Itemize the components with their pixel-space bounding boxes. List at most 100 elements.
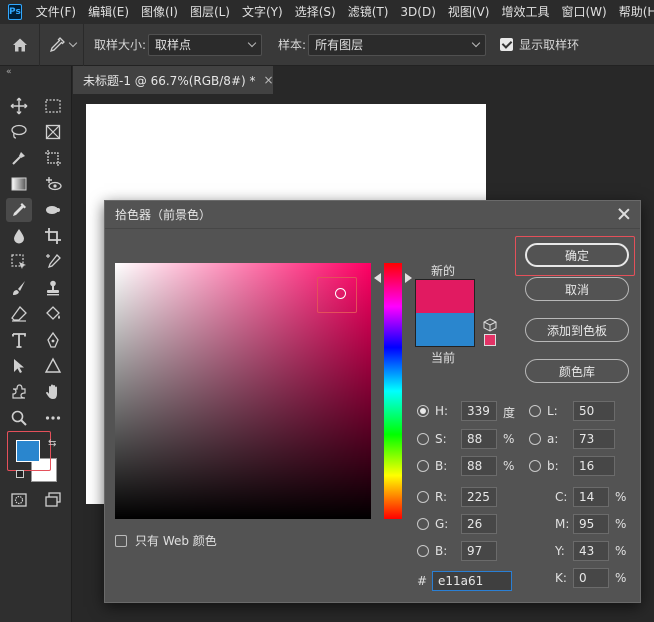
swap-colors-icon[interactable]: ⇆ <box>48 438 56 449</box>
hand-tool[interactable] <box>40 380 66 404</box>
red-eye-tool[interactable] <box>40 172 66 196</box>
black-input[interactable]: 0 <box>573 568 609 588</box>
paint-bucket-tool[interactable] <box>40 302 66 326</box>
menu-filter[interactable]: 滤镜(T) <box>342 0 395 24</box>
cancel-button[interactable]: 取消 <box>525 277 629 301</box>
hue-radio[interactable] <box>417 405 429 417</box>
brightness-label: B: <box>435 459 448 473</box>
hue-input[interactable]: 339 <box>461 401 497 421</box>
brightness-radio[interactable] <box>417 460 429 472</box>
crop-tool-2[interactable] <box>40 224 66 248</box>
object-selection-tool[interactable] <box>6 250 32 274</box>
menu-layer[interactable]: 图层(L) <box>184 0 236 24</box>
clone-stamp-tool[interactable] <box>40 276 66 300</box>
blue-radio[interactable] <box>417 545 429 557</box>
default-colors-icon[interactable] <box>16 470 24 478</box>
show-sampling-ring-toggle[interactable]: 显示取样环 <box>500 36 579 53</box>
more-tools-button[interactable] <box>40 406 66 430</box>
add-to-swatches-button[interactable]: 添加到色板 <box>525 318 629 342</box>
saturation-radio[interactable] <box>417 433 429 445</box>
menu-3d[interactable]: 3D(D) <box>394 0 441 24</box>
eyedropper-tool-preset[interactable] <box>40 23 84 66</box>
menu-file[interactable]: 文件(F) <box>30 0 82 24</box>
yellow-input[interactable]: 43 <box>573 541 609 561</box>
hue-label: H: <box>435 404 449 418</box>
color-libraries-button[interactable]: 颜色库 <box>525 359 629 383</box>
eyedropper-tool[interactable] <box>6 198 32 222</box>
saturation-input[interactable]: 88 <box>461 429 497 449</box>
new-color-label: 新的 <box>431 264 456 278</box>
custom-shape-tool[interactable] <box>6 380 32 404</box>
shape-tool[interactable] <box>40 354 66 378</box>
blur-tool[interactable] <box>6 224 32 248</box>
show-ring-checkbox[interactable] <box>500 38 514 51</box>
marquee-tool[interactable] <box>40 94 66 118</box>
marquee-icon <box>45 99 61 113</box>
document-tab[interactable]: 未标题-1 @ 66.7%(RGB/8#) * × <box>73 66 274 94</box>
sample-size-select[interactable]: 取样点 <box>148 33 263 56</box>
color-sampler-tool[interactable] <box>40 250 66 274</box>
triangle-shape-icon <box>44 357 62 373</box>
web-safe-color-swatch[interactable] <box>484 334 496 346</box>
close-icon[interactable]: × <box>264 73 274 87</box>
brush-tool[interactable] <box>6 276 32 300</box>
type-tool[interactable] <box>6 328 32 352</box>
web-colors-only-checkbox[interactable] <box>115 534 127 547</box>
crop-tool[interactable] <box>40 146 66 170</box>
b-channel-input[interactable]: 16 <box>573 456 615 476</box>
cloud-tool[interactable] <box>40 198 66 222</box>
cyan-input[interactable]: 14 <box>573 487 609 507</box>
green-radio[interactable] <box>417 518 429 530</box>
menu-plugins[interactable]: 增效工具 <box>495 0 555 24</box>
screen-mode-button[interactable] <box>40 488 66 512</box>
web-safe-cube-icon[interactable] <box>483 318 497 332</box>
zoom-tool[interactable] <box>6 406 32 430</box>
path-selection-tool[interactable] <box>6 354 32 378</box>
quick-mask-icon <box>11 493 27 507</box>
eraser-tool[interactable] <box>6 302 32 326</box>
sample-select[interactable]: 所有图层 <box>308 33 487 56</box>
gradient-tool[interactable] <box>6 172 32 196</box>
home-button[interactable] <box>0 23 40 66</box>
move-tool[interactable] <box>6 94 32 118</box>
blue-input[interactable]: 97 <box>461 541 497 561</box>
menu-select[interactable]: 选择(S) <box>289 0 342 24</box>
pen-tool[interactable] <box>40 328 66 352</box>
red-radio[interactable] <box>417 491 429 503</box>
cyan-label: C: <box>555 490 568 504</box>
hue-unit: 度 <box>503 406 516 420</box>
menu-image[interactable]: 图像(I) <box>135 0 184 24</box>
show-ring-label: 显示取样环 <box>519 38 580 52</box>
menu-type[interactable]: 文字(Y) <box>236 0 289 24</box>
close-icon[interactable] <box>616 206 632 222</box>
b-channel-radio[interactable] <box>529 460 541 472</box>
web-colors-only-toggle[interactable]: 只有 Web 颜色 <box>115 532 217 549</box>
lasso-tool[interactable] <box>6 120 32 144</box>
toolbar-collapse-toggle[interactable]: « <box>0 66 71 80</box>
quick-selection-tool[interactable] <box>6 146 32 170</box>
ok-button[interactable]: 确定 <box>525 243 629 267</box>
a-channel-input[interactable]: 73 <box>573 429 615 449</box>
current-color-swatch[interactable] <box>415 313 475 347</box>
quick-selection-icon <box>12 152 25 165</box>
photoshop-logo: Ps <box>8 4 22 20</box>
green-input[interactable]: 26 <box>461 514 497 534</box>
menu-help[interactable]: 帮助(H) <box>613 0 654 24</box>
menu-window[interactable]: 窗口(W) <box>555 0 612 24</box>
frame-tool[interactable] <box>40 120 66 144</box>
hue-slider-arrow-left[interactable] <box>374 273 381 283</box>
magenta-input[interactable]: 95 <box>573 514 609 534</box>
red-input[interactable]: 225 <box>461 487 497 507</box>
quick-mask-button[interactable] <box>6 488 32 512</box>
hue-slider[interactable] <box>384 263 402 519</box>
lightness-input[interactable]: 50 <box>573 401 615 421</box>
brightness-input[interactable]: 88 <box>461 456 497 476</box>
menu-view[interactable]: 视图(V) <box>442 0 496 24</box>
hue-slider-arrow-right[interactable] <box>405 273 412 283</box>
hex-input[interactable]: e11a61 <box>432 571 512 591</box>
lightness-label: L: <box>547 404 558 418</box>
lightness-radio[interactable] <box>529 405 541 417</box>
menu-edit[interactable]: 编辑(E) <box>82 0 135 24</box>
color-picker-marker[interactable] <box>335 288 346 299</box>
a-channel-radio[interactable] <box>529 433 541 445</box>
